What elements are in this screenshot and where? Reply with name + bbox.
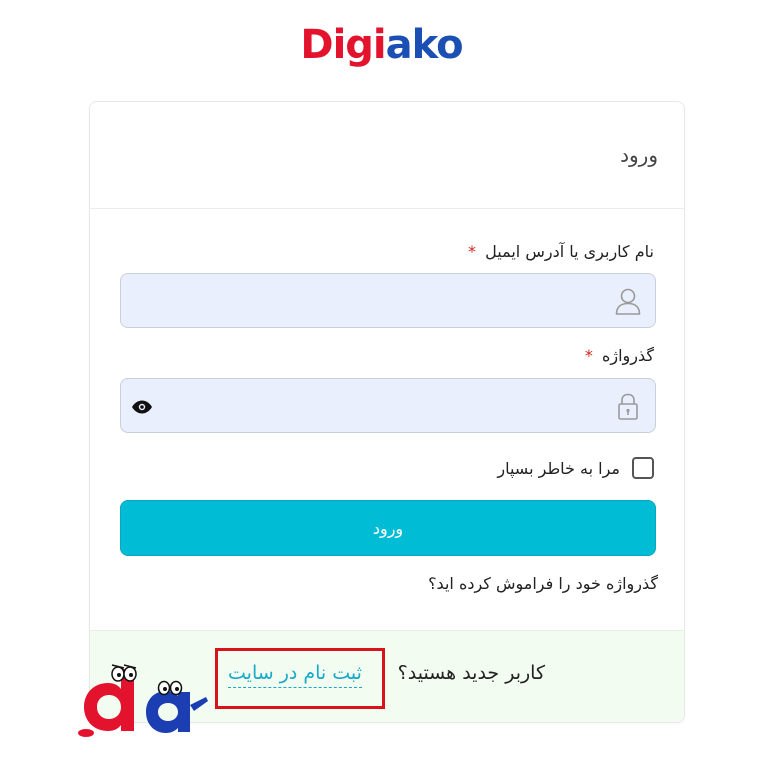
logo-ako-text: ako <box>385 22 464 68</box>
new-user-question: کاربر جدید هستید؟ <box>397 662 545 684</box>
remember-checkbox[interactable] <box>632 457 654 479</box>
password-field[interactable] <box>120 378 656 433</box>
eye-icon[interactable] <box>131 399 153 415</box>
login-button[interactable]: ورود <box>120 500 656 556</box>
lock-icon <box>613 391 643 421</box>
logo-digi-text: Digi <box>300 22 386 68</box>
username-input[interactable] <box>121 274 655 327</box>
password-input[interactable] <box>121 379 655 432</box>
login-card: ورود نام کاربری یا آدرس ایمیل * گذرواژه … <box>89 101 685 723</box>
username-label: نام کاربری یا آدرس ایمیل * <box>468 242 654 261</box>
username-label-text: نام کاربری یا آدرس ایمیل <box>485 242 654 261</box>
username-field[interactable] <box>120 273 656 328</box>
user-icon <box>613 286 643 316</box>
required-asterisk: * <box>468 242 477 261</box>
page-title: ورود <box>620 143 658 167</box>
required-asterisk: * <box>584 346 593 365</box>
password-label-text: گذرواژه <box>601 346 654 365</box>
password-label: گذرواژه * <box>585 346 654 365</box>
mascot-watermark <box>78 664 208 737</box>
card-header: ورود <box>90 102 684 209</box>
register-link[interactable]: ثبت نام در سایت <box>228 662 362 688</box>
remember-label: مرا به خاطر بسپار <box>497 458 620 478</box>
remember-me[interactable]: مرا به خاطر بسپار <box>497 456 654 480</box>
digiako-logo[interactable]: Digiako <box>0 22 763 68</box>
forgot-password-link[interactable]: گذرواژه خود را فراموش کرده اید؟ <box>428 574 658 593</box>
